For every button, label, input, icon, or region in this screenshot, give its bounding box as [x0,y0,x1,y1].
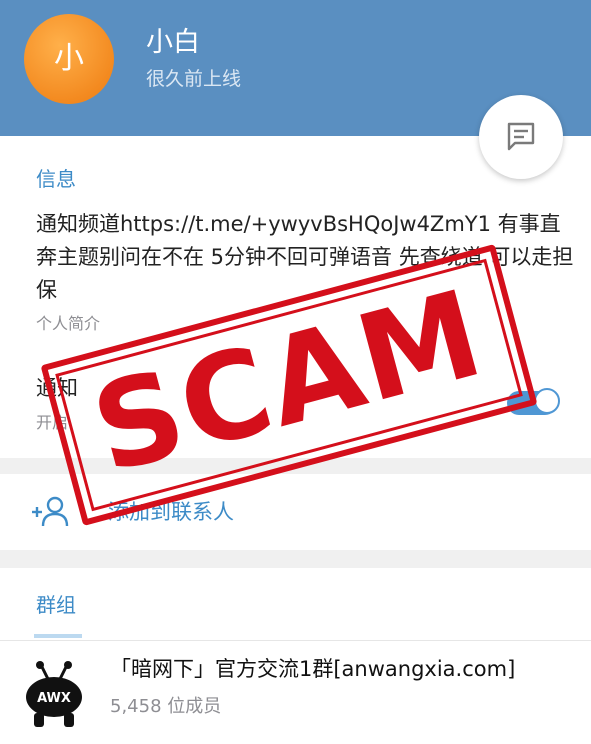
toggle-knob [534,388,560,414]
message-icon [507,122,535,151]
group-member-count: 5,458 位成员 [110,696,222,717]
add-contact-button[interactable]: 添加到联系人 [0,474,591,550]
group-list-item[interactable]: AWX 「暗网下」官方交流1群[anwangxia.com] 5,458 位成员 [0,640,591,744]
add-user-icon [32,496,69,527]
groups-section-title: 群组 [36,593,76,617]
add-contact-label: 添加到联系人 [108,500,234,524]
profile-page: 小 小白 很久前上线 信息 通知频道https://t.me/+ywyvBsHQ… [0,0,591,744]
send-message-button[interactable] [479,95,563,179]
bio-caption: 个人简介 [36,314,101,333]
notifications-toggle[interactable] [507,388,560,415]
section-divider [0,458,591,474]
section-tab-indicator [34,634,82,638]
group-logo-text: AWX [37,691,71,706]
group-title: 「暗网下」官方交流1群[anwangxia.com] [110,657,516,681]
group-logo-icon: AWX [26,661,82,727]
avatar[interactable]: 小 [24,14,114,104]
section-divider [0,550,591,568]
last-seen-status: 很久前上线 [146,68,242,90]
profile-name: 小白 [146,27,200,58]
notifications-status: 开启 [36,413,69,432]
bio-text: 通知频道https://t.me/+ywyvBsHQoJw4ZmY1 有事直奔主… [36,212,574,302]
info-section-title: 信息 [36,167,76,191]
notifications-label: 通知 [36,376,78,400]
